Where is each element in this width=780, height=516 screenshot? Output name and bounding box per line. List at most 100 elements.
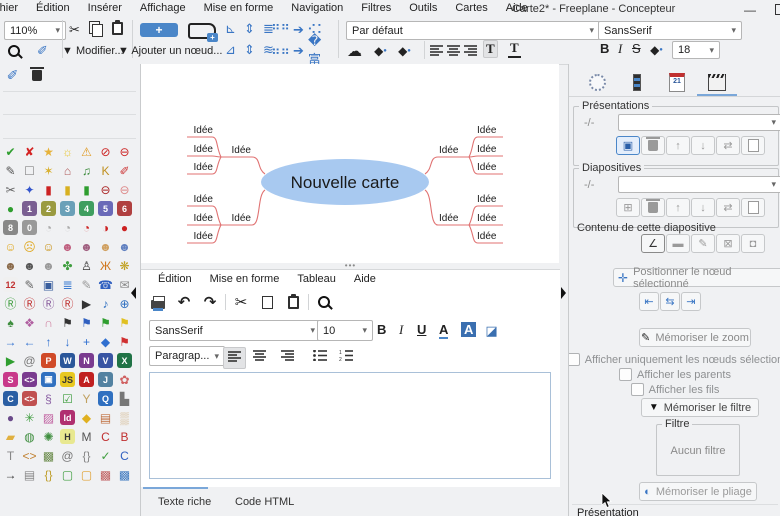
slide-swap-button[interactable]: ⇄ <box>716 198 740 217</box>
palette-icon[interactable]: <> <box>22 372 37 387</box>
palette-icon[interactable]: ⚑ <box>58 313 77 332</box>
palette-icon[interactable]: → <box>1 465 20 484</box>
note-align-right-icon[interactable] <box>281 350 294 364</box>
note-align-left-icon[interactable] <box>223 347 246 369</box>
palette-icon[interactable]: ▣ <box>41 372 56 387</box>
node-color-icon[interactable]: ◆ <box>372 42 389 59</box>
trash-icon[interactable] <box>32 70 42 84</box>
mindmap-node[interactable]: Idée <box>194 231 214 242</box>
presentations-select[interactable] <box>618 114 780 131</box>
tab-presentation[interactable] <box>699 70 735 94</box>
palette-icon[interactable]: B <box>115 427 134 446</box>
add-child-node-button[interactable] <box>188 23 216 39</box>
mindmap-node[interactable]: Idée <box>477 144 497 155</box>
tb-ico[interactable]: ⊿ <box>222 41 239 58</box>
palette-icon[interactable]: ◔ <box>39 218 58 237</box>
mindmap-node[interactable]: Idée <box>477 194 497 205</box>
palette-icon[interactable]: ⊖ <box>96 180 115 199</box>
palette-icon[interactable]: ↑ <box>39 332 58 351</box>
palette-icon[interactable]: → <box>1 332 20 351</box>
palette-icon[interactable]: P <box>41 353 56 368</box>
copy-icon[interactable] <box>92 24 103 40</box>
palette-icon[interactable]: T <box>1 446 20 465</box>
palette-icon[interactable]: ▩ <box>96 465 115 484</box>
slide-node-button[interactable]: ▬ <box>666 234 690 253</box>
palette-icon[interactable]: ♪ <box>96 294 115 313</box>
palette-icon[interactable]: ✿ <box>115 370 134 389</box>
palette-icon[interactable]: H <box>60 429 75 444</box>
palette-icon[interactable]: ☺ <box>1 237 20 256</box>
italic-button[interactable]: I <box>618 41 622 57</box>
note-italic-button[interactable]: I <box>399 322 403 338</box>
tb-ico[interactable]: ⠶⠶ <box>272 42 289 59</box>
mindmap-node[interactable]: Idée <box>477 162 497 173</box>
palette-icon[interactable]: ● <box>1 408 20 427</box>
note-underline-button[interactable]: U <box>417 322 426 337</box>
mindmap-canvas[interactable]: Nouvelle carteIdéeIdéeIdéeIdéeIdéeIdéeId… <box>141 64 559 263</box>
palette-icon[interactable]: ☎ <box>96 275 115 294</box>
palette-icon[interactable]: ☼ <box>58 142 77 161</box>
palette-icon[interactable]: ⌂ <box>58 161 77 180</box>
delete-presentation-button[interactable] <box>641 136 665 155</box>
align-left-icon[interactable] <box>430 45 443 59</box>
palette-icon[interactable]: ✓ <box>96 446 115 465</box>
note-bold-button[interactable]: B <box>377 322 386 337</box>
palette-icon[interactable]: ❖ <box>20 313 39 332</box>
mindmap-node[interactable]: Idée <box>439 145 459 156</box>
palette-icon[interactable]: ✘ <box>20 142 39 161</box>
paste-icon[interactable] <box>282 292 304 312</box>
palette-icon[interactable]: ☻ <box>1 256 20 275</box>
palette-icon[interactable]: ✐ <box>115 161 134 180</box>
paragraph-select[interactable]: Paragrap... <box>149 346 225 366</box>
palette-icon[interactable]: ▶ <box>1 351 20 370</box>
palette-icon[interactable]: ▮ <box>58 180 77 199</box>
slide-bubble-button[interactable]: ◘ <box>741 234 765 253</box>
palette-icon[interactable]: ✔ <box>1 142 20 161</box>
palette-icon[interactable]: JS <box>60 372 75 387</box>
palette-icon[interactable]: ▩ <box>39 446 58 465</box>
mindmap-node[interactable]: Idée <box>439 213 459 224</box>
redo-icon[interactable]: ↷ <box>199 292 221 312</box>
palette-icon[interactable]: ♙ <box>77 256 96 275</box>
note-highlight-button[interactable]: A <box>461 322 476 337</box>
palette-icon[interactable]: ▤ <box>96 408 115 427</box>
palette-icon[interactable]: ▩ <box>115 465 134 484</box>
palette-icon[interactable]: ∩ <box>39 313 58 332</box>
menu-item[interactable]: Outils <box>400 2 446 14</box>
palette-icon[interactable]: ← <box>20 332 39 351</box>
palette-icon[interactable]: ● <box>1 199 20 218</box>
edit-pen-icon[interactable]: ✐ <box>34 42 51 59</box>
tb-ico[interactable]: �富 <box>308 42 325 59</box>
mindmap-node[interactable]: Idée <box>477 231 497 242</box>
palette-icon[interactable]: ▤ <box>20 465 39 484</box>
palette-icon[interactable]: Ⓡ <box>20 294 39 313</box>
palette-icon[interactable]: Ⓡ <box>58 294 77 313</box>
palette-icon[interactable]: ⚑ <box>96 313 115 332</box>
palette-icon[interactable]: ✶ <box>39 161 58 180</box>
move-up-button[interactable]: ↑ <box>666 136 690 155</box>
checkbox[interactable] <box>631 383 644 396</box>
menu-item[interactable]: Mise en forme <box>201 273 289 285</box>
palette-icon[interactable]: 3 <box>60 201 75 216</box>
checkbox[interactable] <box>568 353 580 366</box>
palette-icon[interactable]: C <box>96 427 115 446</box>
palette-icon[interactable]: ⚑ <box>115 313 134 332</box>
palette-icon[interactable]: S <box>3 372 18 387</box>
slides-select[interactable] <box>618 176 780 193</box>
menu-item[interactable]: Fichier <box>0 2 27 14</box>
palette-icon[interactable]: Ⓡ <box>39 294 58 313</box>
text-direction-icon[interactable]: T <box>508 40 521 58</box>
palette-icon[interactable]: ★ <box>39 142 58 161</box>
menu-item[interactable]: Aide <box>345 273 385 285</box>
palette-icon[interactable]: J <box>98 372 113 387</box>
palette-icon[interactable]: ☹ <box>20 237 39 256</box>
font-family-select[interactable]: SansSerif <box>598 21 742 40</box>
note-font-color-button[interactable]: A <box>439 322 448 339</box>
mindmap-node[interactable]: Idée <box>194 144 214 155</box>
menu-item[interactable]: Navigation <box>282 2 352 14</box>
collapse-left-handle[interactable] <box>131 287 136 299</box>
font-size-select[interactable]: 18 <box>672 41 720 59</box>
strikethrough-button[interactable]: S <box>632 41 641 56</box>
align-center-icon[interactable] <box>447 45 460 59</box>
palette-icon[interactable]: {} <box>77 446 96 465</box>
